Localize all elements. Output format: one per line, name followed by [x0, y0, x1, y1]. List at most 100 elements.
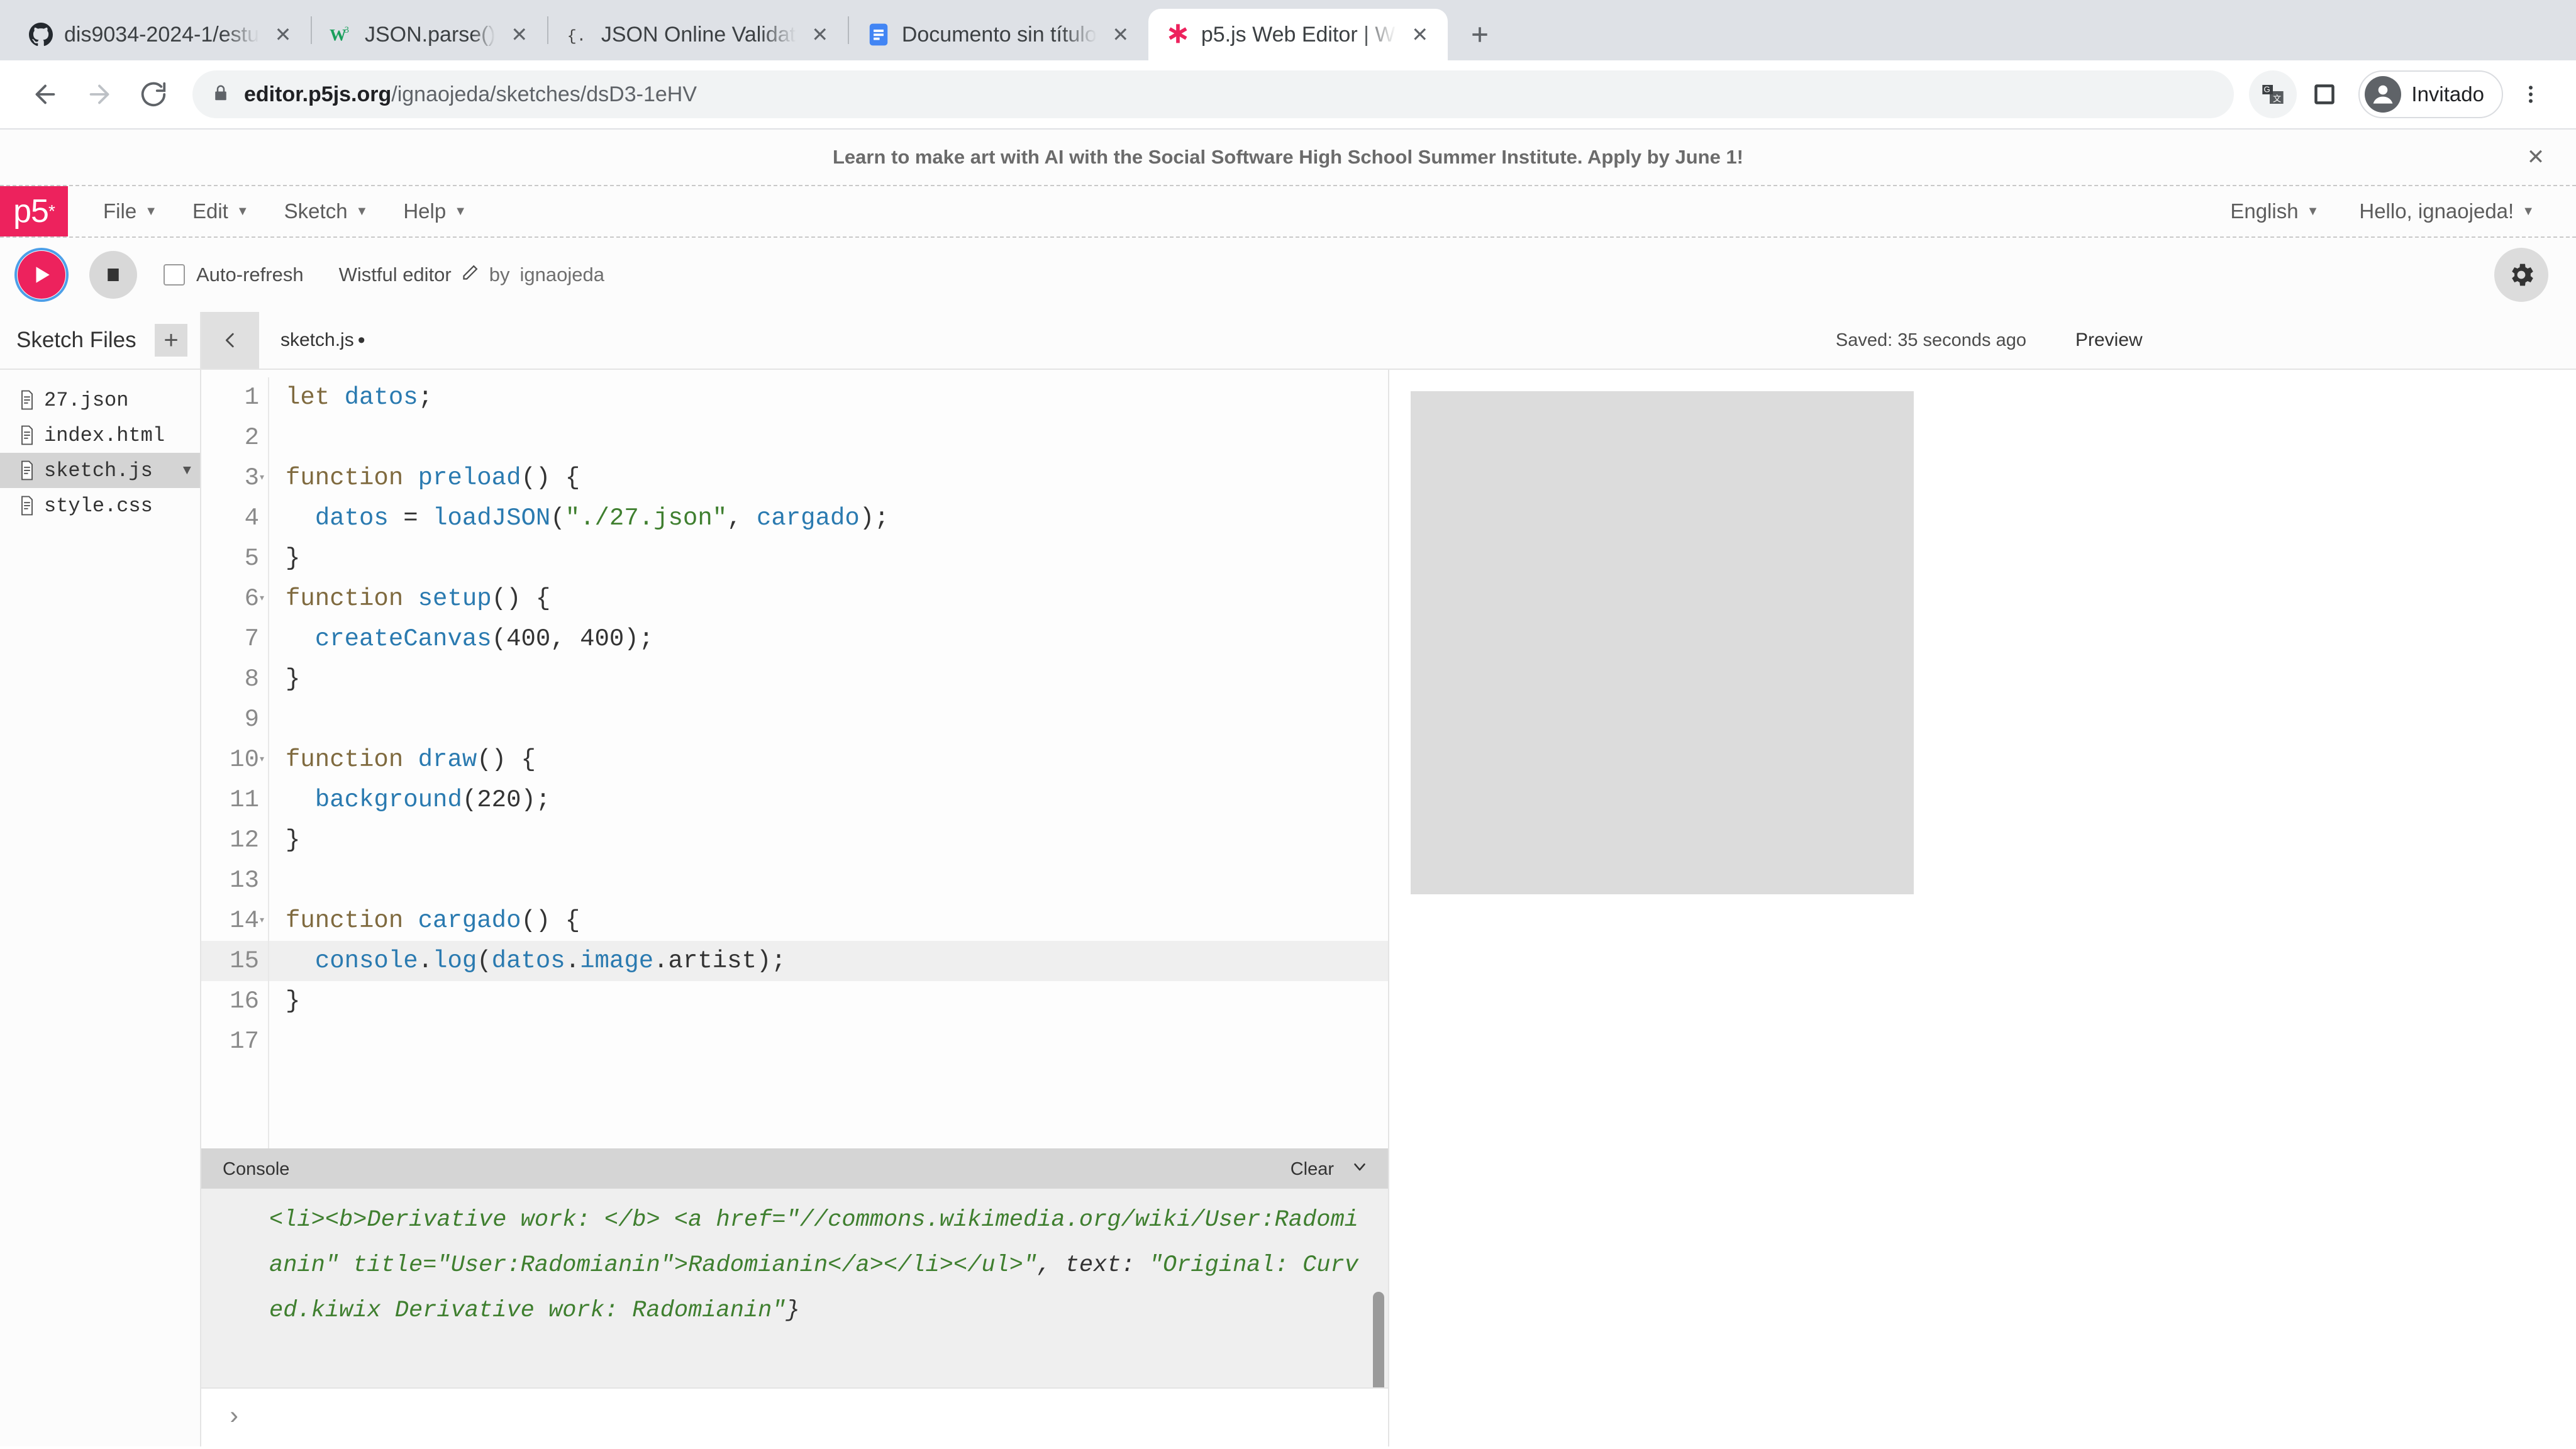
console-title: Console [223, 1158, 290, 1179]
browser-tab-4-active[interactable]: p5.js Web Editor | Wistful edito ✕ [1148, 9, 1448, 60]
file-item-html[interactable]: index.html [0, 418, 200, 453]
sketch-canvas[interactable] [1411, 391, 1914, 894]
chevron-down-icon[interactable] [1350, 1157, 1369, 1181]
banner-close-icon[interactable]: ✕ [2521, 142, 2551, 172]
console-scrollbar[interactable] [1373, 1292, 1384, 1387]
fold-arrow-icon[interactable]: ▾ [258, 901, 265, 941]
line-number: 6 ▾ [201, 579, 265, 619]
stop-icon[interactable] [89, 251, 137, 299]
p5-asterisk-icon [1165, 21, 1191, 48]
promo-banner: Learn to make art with AI with the Socia… [0, 130, 2576, 185]
file-item-sketch-js[interactable]: sketch.js ▼ [0, 453, 200, 488]
menu-file[interactable]: File ▼ [86, 186, 175, 236]
sketch-name[interactable]: Wistful editor [339, 264, 452, 286]
console-input[interactable]: › [201, 1387, 1388, 1446]
chevron-down-icon[interactable]: ▼ [183, 463, 191, 479]
line-number: 9 [244, 706, 259, 733]
close-icon[interactable]: ✕ [269, 21, 297, 48]
browser-tab-title: dis9034-2024-1/estudiantes/1 [64, 22, 259, 47]
menu-sketch[interactable]: Sketch ▼ [267, 186, 386, 236]
back-arrow-icon[interactable] [21, 70, 69, 118]
menu-edit[interactable]: Edit ▼ [175, 186, 267, 236]
close-icon[interactable]: ✕ [1406, 21, 1434, 48]
file-item-json[interactable]: 27.json [0, 382, 200, 418]
json-braces-icon: {..} [565, 21, 591, 48]
account-menu[interactable]: Hello, ignaojeda! ▼ [2345, 186, 2548, 236]
new-tab-button[interactable] [1458, 13, 1502, 57]
line-number: 1 [244, 384, 259, 411]
document-icon [19, 390, 35, 410]
checkbox-box[interactable] [164, 264, 185, 286]
promo-banner-text: Learn to make art with AI with the Socia… [832, 146, 1744, 168]
pencil-icon[interactable] [462, 264, 479, 286]
github-icon [28, 21, 54, 48]
play-icon[interactable] [14, 248, 69, 302]
p5-logo-sup: * [48, 201, 55, 221]
code-text[interactable]: let datos; function preload() { datos = … [269, 377, 1388, 1148]
code-line: } [286, 545, 301, 572]
p5-logo[interactable]: p5 * [0, 186, 68, 236]
line-number: 13 [230, 867, 259, 894]
line-number: 8 [244, 665, 259, 693]
three-dot-menu-icon[interactable] [2507, 70, 2555, 118]
forward-arrow-icon[interactable] [75, 70, 123, 118]
language-label: English [2230, 199, 2299, 223]
author-name[interactable]: ignaojeda [520, 264, 604, 286]
sketch-files-sidebar: Sketch Files + 27.json index.html sketch… [0, 312, 201, 1446]
chevron-down-icon: ▼ [2306, 204, 2319, 218]
reload-icon[interactable] [130, 70, 177, 118]
auto-refresh-checkbox[interactable]: Auto-refresh [164, 264, 304, 286]
console-clear-button[interactable]: Clear [1291, 1159, 1334, 1180]
browser-tab-title: Documento sin título - Docume [901, 22, 1097, 47]
code-editor[interactable]: 1 2 3 ▾ 4 5 6 ▾ 7 8 9 10 ▾ 11 12 13 14 ▾ 15 16 17 let datos;… [201, 370, 1388, 1148]
console-output: <li><b>Derivative work: </b> <a href="//… [201, 1189, 1388, 1387]
svg-text:{..}: {..} [567, 28, 589, 46]
p5-toolbar: Auto-refresh Wistful editor by ignaojeda [0, 238, 2576, 312]
side-panel-icon[interactable] [2301, 70, 2348, 118]
address-bar[interactable]: editor.p5js.org/ignaojeda/sketches/dsD3-… [192, 70, 2235, 118]
fold-arrow-icon[interactable]: ▾ [258, 579, 265, 619]
browser-chrome: dis9034-2024-1/estudiantes/1 ✕ W3 JSON.p… [0, 0, 2576, 130]
document-icon [19, 460, 35, 480]
chevron-down-icon: ▼ [145, 204, 157, 218]
code-pane: 1 2 3 ▾ 4 5 6 ▾ 7 8 9 10 ▾ 11 12 13 14 ▾ 15 16 17 let datos;… [201, 370, 1389, 1446]
prompt-chevron-icon: › [226, 1403, 242, 1432]
editor-split: 1 2 3 ▾ 4 5 6 ▾ 7 8 9 10 ▾ 11 12 13 14 ▾ 15 16 17 let datos;… [201, 370, 2576, 1446]
line-number: 3 ▾ [201, 458, 265, 498]
line-number: 17 [230, 1028, 259, 1055]
p5-navbar: p5 * File ▼ Edit ▼ Sketch ▼ Help ▼ Englis… [0, 185, 2576, 238]
line-number: 7 [244, 625, 259, 653]
lock-icon [211, 84, 230, 106]
browser-tab-3[interactable]: Documento sin título - Docume ✕ [849, 9, 1148, 60]
console-output-tail: } [786, 1297, 800, 1324]
browser-tab-0[interactable]: dis9034-2024-1/estudiantes/1 ✕ [11, 9, 311, 60]
close-icon[interactable]: ✕ [1107, 21, 1135, 48]
line-number-gutter: 1 2 3 ▾ 4 5 6 ▾ 7 8 9 10 ▾ 11 12 13 14 ▾ 15 16 17 [201, 377, 269, 1148]
add-file-button[interactable]: + [155, 324, 187, 357]
browser-tab-title: JSON.parse() [365, 22, 496, 47]
code-line: } [286, 987, 301, 1015]
line-number: 14 ▾ [201, 901, 265, 941]
menu-edit-label: Edit [192, 199, 228, 223]
code-line: function preload() { [286, 464, 580, 492]
chevron-left-icon[interactable] [201, 312, 259, 369]
close-icon[interactable]: ✕ [806, 21, 834, 48]
open-file-name: sketch.js [280, 330, 354, 350]
fold-arrow-icon[interactable]: ▾ [258, 740, 265, 780]
file-item-css[interactable]: style.css [0, 488, 200, 523]
fold-arrow-icon[interactable]: ▾ [258, 458, 265, 498]
sidebar-title: Sketch Files [16, 328, 136, 352]
menu-help[interactable]: Help ▼ [386, 186, 484, 236]
translate-icon[interactable]: G文 [2249, 70, 2297, 118]
profile-chip[interactable]: Invitado [2358, 70, 2503, 118]
browser-tab-1[interactable]: W3 JSON.parse() ✕ [312, 9, 547, 60]
browser-tab-2[interactable]: {..} JSON Online Validator and Form ✕ [548, 9, 848, 60]
close-icon[interactable]: ✕ [506, 21, 533, 48]
save-status-text: Saved: 35 seconds ago [1835, 330, 2026, 350]
language-selector[interactable]: English ▼ [2216, 186, 2333, 236]
open-file-tab[interactable]: sketch.js • [259, 312, 387, 369]
sidebar-header: Sketch Files + [0, 312, 200, 370]
gear-icon[interactable] [2494, 248, 2548, 302]
auto-refresh-label: Auto-refresh [196, 264, 304, 286]
